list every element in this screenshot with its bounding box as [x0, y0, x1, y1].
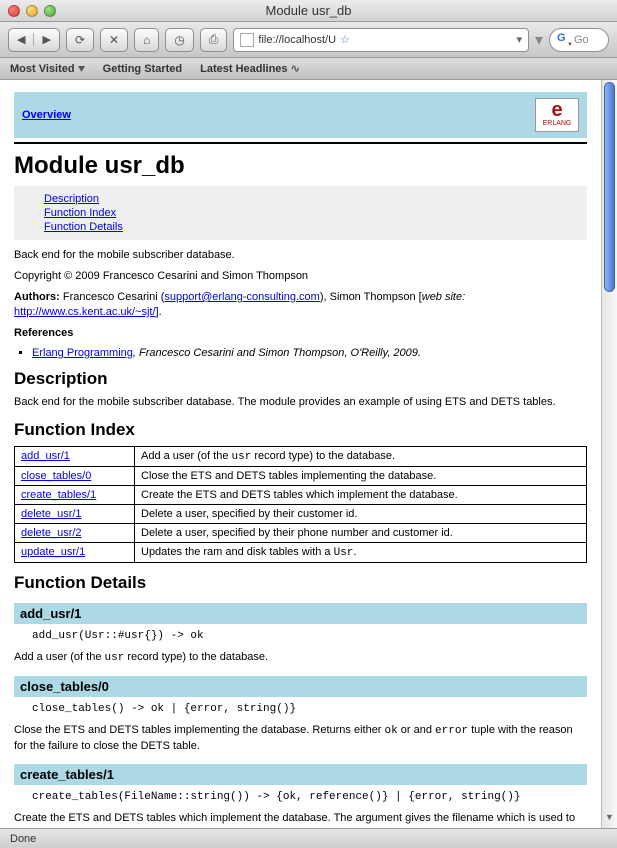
- author-email-link[interactable]: support@erlang-consulting.com: [164, 291, 319, 303]
- section-function-details: Function Details: [14, 573, 587, 593]
- url-dropdown-icon[interactable]: ▾: [516, 33, 522, 46]
- function-desc: Delete a user, specified by their custom…: [135, 505, 587, 524]
- erlang-logo: eERLANG: [535, 98, 579, 132]
- module-heading: Module usr_db: [14, 152, 587, 180]
- rss-icon: ∿: [291, 63, 300, 75]
- page-viewport: Overview eERLANG Module usr_db Descripti…: [0, 80, 617, 828]
- table-row: delete_usr/1 Delete a user, specified by …: [15, 505, 587, 524]
- function-desc: Add a user (of the usr record type) to t…: [135, 447, 587, 467]
- table-row: delete_usr/2 Delete a user, specified by …: [15, 524, 587, 543]
- toc-function-index[interactable]: Function Index: [44, 206, 579, 220]
- reload-button[interactable]: ⟳: [66, 28, 94, 52]
- function-link[interactable]: create_tables/1: [21, 489, 96, 501]
- url-text: file://localhost/U: [258, 34, 336, 46]
- stop-button[interactable]: ✕: [100, 28, 128, 52]
- section-function-index: Function Index: [14, 420, 587, 440]
- description-body: Back end for the mobile subscriber datab…: [14, 395, 587, 410]
- scrollbar-thumb[interactable]: [604, 82, 615, 292]
- home-icon: ⌂: [143, 33, 150, 47]
- overview-link[interactable]: Overview: [22, 109, 71, 121]
- function-link[interactable]: update_usr/1: [21, 546, 85, 558]
- feed-icon[interactable]: ▾: [535, 30, 543, 50]
- function-desc: Close the ETS and DETS tables implementi…: [135, 467, 587, 486]
- function-link[interactable]: delete_usr/2: [21, 527, 82, 539]
- function-index-table: add_usr/1 Add a user (of the usr record t…: [14, 446, 587, 563]
- top-separator: [14, 142, 587, 144]
- browser-toolbar: ◀ ▶ ⟳ ✕ ⌂ ◷ ⎙ file://localhost/U ☆ ▾ ▾ G…: [0, 22, 617, 58]
- reference-item: Erlang Programming, Francesco Cesarini a…: [32, 347, 587, 359]
- module-summary: Back end for the mobile subscriber datab…: [14, 248, 587, 263]
- mini-toc: Description Function Index Function Deta…: [14, 186, 587, 240]
- toc-function-details[interactable]: Function Details: [44, 220, 579, 234]
- history-button[interactable]: ◷: [165, 28, 193, 52]
- function-desc: Delete a user, specified by their phone …: [135, 524, 587, 543]
- print-button[interactable]: ⎙: [200, 28, 228, 52]
- table-row: close_tables/0 Close the ETS and DETS tab…: [15, 467, 587, 486]
- doc-nav-top: Overview eERLANG: [14, 92, 587, 138]
- stop-icon: ✕: [109, 33, 119, 47]
- window-title: Module usr_db: [0, 3, 617, 18]
- function-link[interactable]: add_usr/1: [21, 450, 70, 462]
- fn-create-tables-sig: create_tables(FileName::string()) -> {ok…: [14, 789, 587, 805]
- status-text: Done: [10, 833, 36, 845]
- google-icon: [556, 33, 570, 47]
- fn-add-usr-body: Add a user (of the usr record type) to t…: [14, 650, 587, 666]
- bookmark-getting-started[interactable]: Getting Started: [103, 63, 182, 75]
- fn-close-tables-body: Close the ETS and DETS tables implementi…: [14, 723, 587, 754]
- function-link[interactable]: delete_usr/1: [21, 508, 82, 520]
- fn-close-tables-head: close_tables/0: [14, 676, 587, 697]
- authors-line: Authors: Francesco Cesarini (support@erl…: [14, 290, 587, 320]
- search-placeholder: Go: [574, 34, 589, 46]
- fn-create-tables-body: Create the ETS and DETS tables which imp…: [14, 811, 587, 828]
- back-icon[interactable]: ◀: [9, 33, 33, 46]
- fn-add-usr-head: add_usr/1: [14, 603, 587, 624]
- vertical-scrollbar[interactable]: ▼: [601, 80, 617, 828]
- reference-link[interactable]: Erlang Programming: [32, 347, 133, 359]
- function-desc: Create the ETS and DETS tables which imp…: [135, 486, 587, 505]
- clock-icon: ◷: [174, 33, 184, 47]
- table-row: add_usr/1 Add a user (of the usr record t…: [15, 447, 587, 467]
- url-bar[interactable]: file://localhost/U ☆ ▾: [233, 28, 529, 52]
- table-row: create_tables/1 Create the ETS and DETS t…: [15, 486, 587, 505]
- toc-description[interactable]: Description: [44, 192, 579, 206]
- references-label: References: [14, 326, 587, 341]
- nav-back-forward[interactable]: ◀ ▶: [8, 28, 60, 52]
- home-button[interactable]: ⌂: [134, 28, 159, 52]
- reload-icon: ⟳: [75, 33, 85, 47]
- fn-create-tables-head: create_tables/1: [14, 764, 587, 785]
- section-description: Description: [14, 369, 587, 389]
- window-titlebar: Module usr_db: [0, 0, 617, 22]
- scroll-down-icon[interactable]: ▼: [602, 812, 617, 828]
- author-website-link[interactable]: http://www.cs.kent.ac.uk/~sjt/: [14, 306, 156, 318]
- bookmark-most-visited[interactable]: Most Visited: [10, 63, 85, 75]
- fn-close-tables-sig: close_tables() -> ok | {error, string()}: [14, 701, 587, 717]
- page-content: Overview eERLANG Module usr_db Descripti…: [0, 80, 601, 828]
- bookmark-latest-headlines[interactable]: Latest Headlines ∿: [200, 62, 300, 75]
- bookmarks-bar: Most Visited Getting Started Latest Head…: [0, 58, 617, 80]
- bookmark-star-icon[interactable]: ☆: [340, 33, 350, 46]
- copyright: Copyright © 2009 Francesco Cesarini and …: [14, 269, 587, 284]
- function-link[interactable]: close_tables/0: [21, 470, 91, 482]
- search-box[interactable]: Go: [549, 28, 609, 52]
- fn-add-usr-sig: add_usr(Usr::#usr{}) -> ok: [14, 628, 587, 644]
- forward-icon[interactable]: ▶: [33, 33, 58, 46]
- page-favicon: [240, 33, 254, 47]
- function-desc: Updates the ram and disk tables with a U…: [135, 543, 587, 563]
- status-bar: Done: [0, 828, 617, 848]
- references-list: Erlang Programming, Francesco Cesarini a…: [32, 347, 587, 359]
- table-row: update_usr/1 Updates the ram and disk tab…: [15, 543, 587, 563]
- print-icon: ⎙: [209, 32, 219, 47]
